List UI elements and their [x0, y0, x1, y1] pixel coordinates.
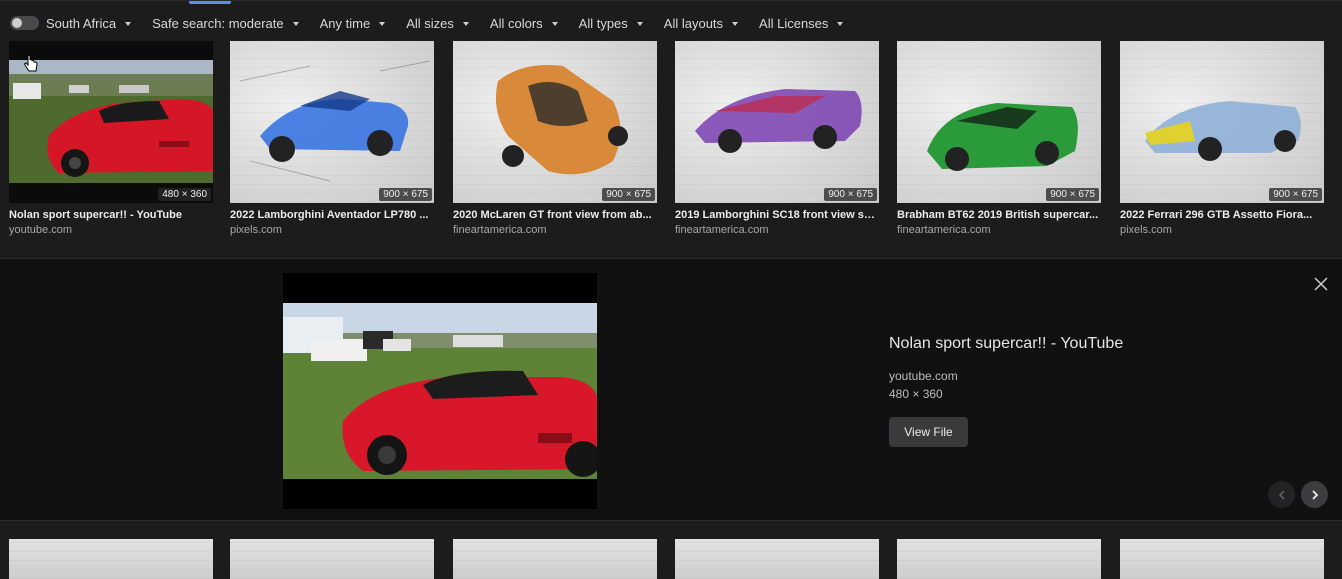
detail-dimensions: 480 × 360 [889, 387, 943, 401]
result-title[interactable]: 2019 Lamborghini SC18 front view su... [675, 209, 879, 221]
preview-photo [283, 303, 601, 479]
chevron-down-icon [379, 21, 386, 26]
result-source: fineartamerica.com [897, 224, 991, 236]
next-image-button[interactable] [1301, 481, 1328, 508]
result-title[interactable]: 2020 McLaren GT front view from ab... [453, 209, 657, 221]
orange-mclaren-sketch [495, 65, 628, 175]
result-title[interactable]: Nolan sport supercar!! - YouTube [9, 209, 213, 221]
image-dimensions: 480 × 360 [158, 188, 211, 201]
chevron-left-icon [1278, 489, 1285, 500]
size-dropdown[interactable]: All sizes [406, 16, 469, 31]
image-result-card[interactable]: 900 × 675 2019 Lamborghini SC18 front vi… [675, 41, 879, 236]
region-toggle[interactable] [10, 16, 39, 30]
chevron-down-icon [732, 21, 739, 26]
image-result-card[interactable]: 900 × 675 2022 Lamborghini Aventador LP7… [230, 41, 434, 236]
chevron-down-icon [125, 21, 132, 26]
layout-label: All layouts [663, 15, 724, 31]
image-result-card[interactable]: 900 × 675 2022 Ferrari 296 GTB Assetto F… [1120, 41, 1324, 236]
result-thumbnail[interactable] [453, 539, 657, 579]
purple-lamborghini-sketch [695, 89, 862, 153]
result-source: fineartamerica.com [675, 224, 769, 236]
result-thumbnail[interactable]: 900 × 675 [230, 41, 434, 203]
result-source: pixels.com [1120, 224, 1172, 236]
result-thumbnail[interactable]: 900 × 675 [1120, 41, 1324, 203]
result-title[interactable]: Brabham BT62 2019 British supercar... [897, 209, 1101, 221]
image-results-grid: 480 × 360 Nolan sport supercar!! - YouTu… [9, 41, 1339, 241]
result-source: pixels.com [230, 224, 282, 236]
result-thumbnail[interactable]: 900 × 675 [453, 41, 657, 203]
image-dimensions: 900 × 675 [379, 188, 432, 201]
size-label: All sizes [406, 15, 454, 31]
color-dropdown[interactable]: All colors [490, 16, 558, 31]
region-label: South Africa [46, 15, 117, 31]
filter-bar: South Africa Safe search: moderate Any t… [0, 0, 1342, 41]
license-label: All Licenses [759, 15, 829, 31]
result-title[interactable]: 2022 Lamborghini Aventador LP780 ... [230, 209, 434, 221]
green-brabham-sketch [927, 103, 1078, 171]
safe-search-dropdown[interactable]: Safe search: moderate [152, 16, 299, 31]
blue-lamborghini-sketch [239, 60, 431, 182]
chevron-down-icon [292, 21, 299, 26]
image-dimensions: 900 × 675 [824, 188, 877, 201]
result-source: fineartamerica.com [453, 224, 547, 236]
color-label: All colors [489, 15, 543, 31]
close-icon[interactable] [1314, 277, 1328, 291]
image-dimensions: 900 × 675 [1046, 188, 1099, 201]
detail-title[interactable]: Nolan sport supercar!! - YouTube [889, 335, 1123, 353]
chevron-down-icon [551, 21, 558, 26]
result-thumbnail[interactable] [1120, 539, 1324, 579]
red-supercar-preview [283, 317, 601, 477]
image-result-card[interactable]: 480 × 360 Nolan sport supercar!! - YouTu… [9, 41, 213, 236]
time-label: Any time [319, 15, 371, 31]
chevron-down-icon [837, 21, 844, 26]
time-dropdown[interactable]: Any time [320, 16, 386, 31]
result-thumbnail[interactable] [230, 539, 434, 579]
chevron-down-icon [636, 21, 643, 26]
type-label: All types [578, 15, 628, 31]
chevron-right-icon [1311, 489, 1318, 500]
region-filter[interactable]: South Africa [46, 15, 132, 31]
layout-dropdown[interactable]: All layouts [663, 15, 739, 31]
previous-image-button[interactable] [1268, 481, 1295, 508]
license-dropdown[interactable]: All Licenses [759, 15, 844, 31]
result-thumbnail[interactable]: 900 × 675 [897, 41, 1101, 203]
ferrari-296-sketch [1145, 101, 1301, 161]
view-file-button[interactable]: View File [889, 417, 968, 447]
result-thumbnail[interactable]: 480 × 360 [9, 41, 213, 203]
image-result-card[interactable]: 900 × 675 Brabham BT62 2019 British supe… [897, 41, 1101, 236]
result-thumbnail[interactable]: 900 × 675 [675, 41, 879, 203]
result-thumbnail[interactable] [675, 539, 879, 579]
image-result-card[interactable]: 900 × 675 2020 McLaren GT front view fro… [453, 41, 657, 236]
hand-cursor-icon [24, 55, 38, 72]
preview-image[interactable] [283, 273, 601, 509]
detail-source[interactable]: youtube.com [889, 369, 958, 383]
image-dimensions: 900 × 675 [602, 188, 655, 201]
active-tab-indicator [189, 1, 231, 4]
image-detail-panel: Nolan sport supercar!! - YouTube youtube… [0, 258, 1342, 521]
result-thumbnail[interactable] [897, 539, 1101, 579]
result-title[interactable]: 2022 Ferrari 296 GTB Assetto Fiora... [1120, 209, 1324, 221]
red-supercar-photo [13, 83, 213, 177]
chevron-down-icon [462, 21, 469, 26]
image-dimensions: 900 × 675 [1269, 188, 1322, 201]
type-dropdown[interactable]: All types [579, 16, 643, 31]
safe-search-label: Safe search: moderate [152, 15, 284, 31]
result-source: youtube.com [9, 224, 72, 236]
next-results-row [9, 539, 1339, 579]
result-thumbnail[interactable] [9, 539, 213, 579]
